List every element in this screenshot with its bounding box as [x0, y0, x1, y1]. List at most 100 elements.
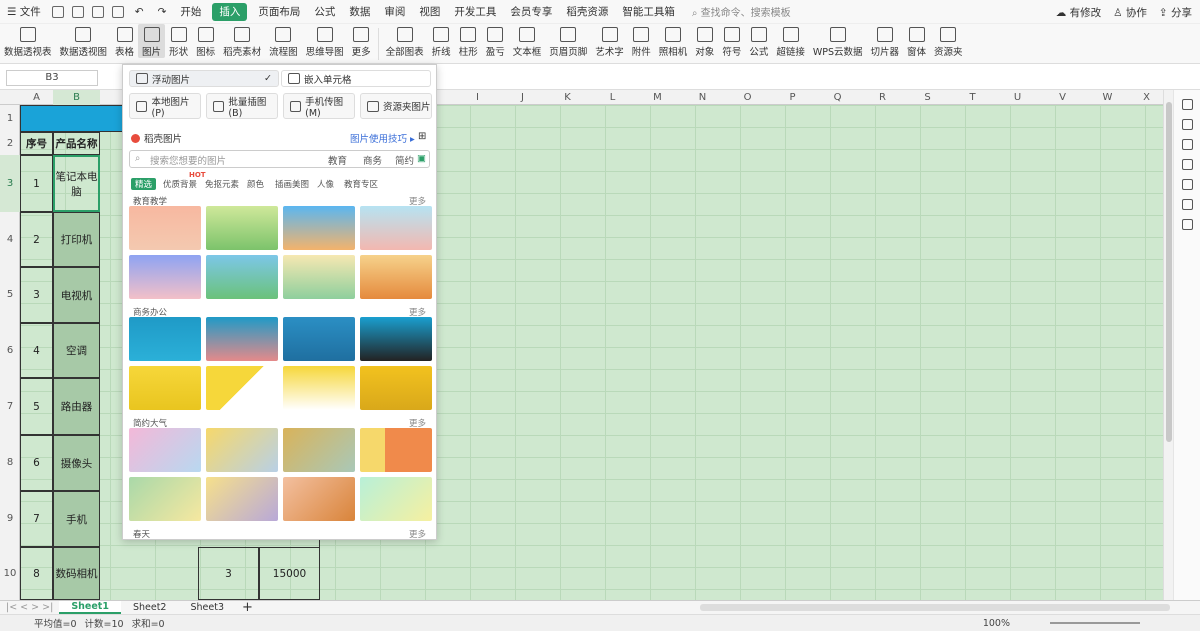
menu-insert[interactable]: 插入: [212, 2, 248, 21]
local-picture-button[interactable]: 本地图片(P): [129, 93, 201, 119]
cell-a6[interactable]: 4: [20, 323, 53, 378]
picture-thumbnail[interactable]: [283, 255, 355, 299]
phone-upload-button[interactable]: 手机传图(M): [283, 93, 355, 119]
picture-thumbnail[interactable]: [360, 366, 432, 410]
cell-a3[interactable]: 1: [20, 155, 53, 212]
header-footer-button[interactable]: 页眉页脚: [545, 24, 591, 58]
vertical-scrollbar[interactable]: [1163, 90, 1173, 600]
collab-button[interactable]: ♙ 协作: [1113, 5, 1147, 20]
row-header-6[interactable]: 6: [0, 323, 20, 378]
row-header-8[interactable]: 8: [0, 435, 20, 491]
column-header-j[interactable]: J: [500, 90, 545, 105]
picture-thumbnail[interactable]: [129, 428, 201, 472]
filter-icon[interactable]: [1181, 139, 1193, 150]
column-sparkline-button[interactable]: 柱形: [455, 24, 482, 58]
zoom-slider[interactable]: [1050, 622, 1140, 624]
picture-search-box[interactable]: ⌕ 搜索您想要的图片 教育 商务 简约 ▣: [129, 150, 430, 168]
location-icon[interactable]: [1181, 219, 1193, 230]
symbol-button[interactable]: 符号: [718, 24, 745, 58]
cell-a7[interactable]: 5: [20, 378, 53, 435]
category-cutout[interactable]: 免抠元素: [205, 178, 239, 190]
category-education[interactable]: 教育专区: [344, 178, 378, 190]
column-header-o[interactable]: O: [725, 90, 770, 105]
grid-view-icon[interactable]: ⊞: [418, 131, 426, 142]
help-icon[interactable]: [1181, 179, 1193, 190]
select-icon[interactable]: [1181, 99, 1193, 110]
category-portrait[interactable]: 人像: [317, 178, 334, 190]
picture-thumbnail[interactable]: [283, 428, 355, 472]
changes-button[interactable]: ☁ 有修改: [1056, 5, 1101, 20]
row-header-3[interactable]: 3: [0, 155, 20, 212]
scroll-thumb[interactable]: [1166, 102, 1172, 442]
wordart-button[interactable]: 艺术字: [591, 24, 628, 58]
row-header-5[interactable]: 5: [0, 267, 20, 323]
category-color[interactable]: 颜色: [247, 178, 264, 190]
redo-icon[interactable]: ↷: [151, 0, 174, 24]
cell-b6[interactable]: 空调: [53, 323, 100, 378]
flowchart-button[interactable]: 流程图: [265, 24, 302, 58]
column-header-w[interactable]: W: [1085, 90, 1130, 105]
add-sheet-icon[interactable]: +: [236, 600, 259, 615]
cell-b4[interactable]: 打印机: [53, 212, 100, 267]
menu-smart-tools[interactable]: 智能工具箱: [615, 0, 682, 24]
batch-insert-button[interactable]: 批量插图(B): [206, 93, 278, 119]
resource-folder-picture-button[interactable]: 资源夹图片: [360, 93, 432, 119]
menu-review[interactable]: 审阅: [377, 0, 412, 24]
picture-thumbnail[interactable]: [129, 317, 201, 361]
category-background[interactable]: 优质背景: [163, 178, 197, 190]
tab-sheet3[interactable]: Sheet3: [178, 602, 236, 613]
line-sparkline-button[interactable]: 折线: [428, 24, 455, 58]
pivot-chart-button[interactable]: 数据透视图: [56, 24, 112, 58]
search-tag-simple[interactable]: 简约: [395, 153, 414, 167]
docer-material-button[interactable]: 稻壳素材: [219, 24, 265, 58]
menu-developer[interactable]: 开发工具: [447, 0, 503, 24]
category-illustration[interactable]: 插画美图: [275, 178, 309, 190]
column-header-b[interactable]: B: [53, 90, 100, 105]
column-header-m[interactable]: M: [635, 90, 680, 105]
style-icon[interactable]: [1181, 119, 1193, 130]
wps-cloud-data-button[interactable]: WPS云数据: [809, 24, 867, 58]
picture-thumbnail[interactable]: [206, 317, 278, 361]
zoom-level[interactable]: 100%: [983, 618, 1010, 629]
cell-b5[interactable]: 电视机: [53, 267, 100, 323]
row-header-1[interactable]: 1: [0, 105, 20, 132]
tab-nav-arrows[interactable]: |< < > >|: [0, 602, 59, 613]
attachment-button[interactable]: 附件: [628, 24, 655, 58]
cell-a9[interactable]: 7: [20, 491, 53, 547]
picture-thumbnail[interactable]: [360, 206, 432, 250]
cell-b8[interactable]: 摄像头: [53, 435, 100, 491]
name-box[interactable]: B3: [6, 70, 98, 86]
picture-thumbnail[interactable]: [206, 206, 278, 250]
object-button[interactable]: 对象: [691, 24, 718, 58]
table-button[interactable]: 表格: [111, 24, 138, 58]
export-pdf-icon[interactable]: [71, 5, 84, 18]
menu-docer[interactable]: 稻壳资源: [559, 0, 615, 24]
shape-button[interactable]: 形状: [165, 24, 192, 58]
cell-b10[interactable]: 数码相机: [53, 547, 100, 600]
equation-button[interactable]: 公式: [745, 24, 772, 58]
icons-button[interactable]: 图标: [192, 24, 219, 58]
slicer-button[interactable]: 切片器: [867, 24, 904, 58]
backup-icon[interactable]: [1181, 199, 1193, 210]
textbox-button[interactable]: 文本框: [509, 24, 546, 58]
column-header-q[interactable]: Q: [815, 90, 860, 105]
cell-price-row10[interactable]: 15000: [259, 547, 320, 600]
picture-thumbnail[interactable]: [129, 477, 201, 521]
menu-view[interactable]: 视图: [412, 0, 447, 24]
menu-page-layout[interactable]: 页面布局: [251, 0, 307, 24]
menu-formula[interactable]: 公式: [307, 0, 342, 24]
cell-a8[interactable]: 6: [20, 435, 53, 491]
row-header-4[interactable]: 4: [0, 212, 20, 267]
horizontal-scrollbar[interactable]: [700, 604, 1170, 611]
picture-thumbnail[interactable]: [360, 255, 432, 299]
column-header-s[interactable]: S: [905, 90, 950, 105]
picture-thumbnail[interactable]: [360, 477, 432, 521]
row-header-9[interactable]: 9: [0, 491, 20, 547]
undo-icon[interactable]: ↶: [128, 0, 151, 24]
shape-icon[interactable]: [1181, 159, 1193, 170]
picture-button[interactable]: 图片: [138, 24, 166, 58]
column-header-l[interactable]: L: [590, 90, 635, 105]
column-header-u[interactable]: U: [995, 90, 1040, 105]
cell-qty-row10[interactable]: 3: [198, 547, 259, 600]
menu-home[interactable]: 开始: [173, 0, 208, 24]
